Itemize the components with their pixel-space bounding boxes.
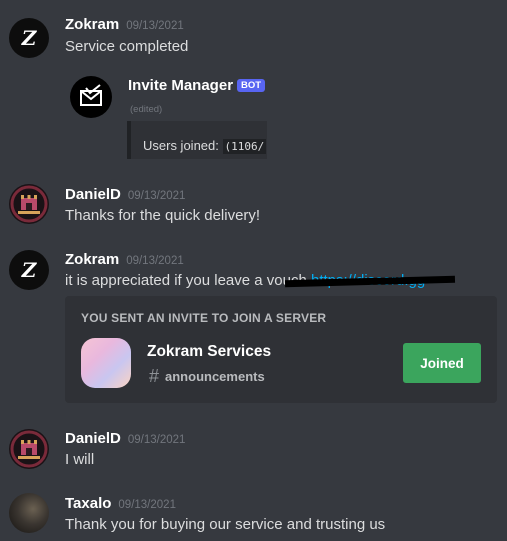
- user-avatar[interactable]: [9, 429, 49, 469]
- timestamp: 09/13/2021: [127, 434, 186, 446]
- author-name[interactable]: Zokram: [65, 16, 119, 33]
- message-text: Service completed: [65, 38, 189, 55]
- server-icon[interactable]: [81, 338, 131, 388]
- bot-embed: Users joined: (1106/: [127, 121, 267, 159]
- bot-avatar[interactable]: [70, 76, 112, 118]
- channel-name: announcements: [165, 369, 265, 384]
- timestamp: 09/13/2021: [127, 190, 186, 202]
- author-name[interactable]: DanielD: [65, 430, 121, 447]
- channel-row: # announcements: [149, 366, 265, 387]
- server-name[interactable]: Zokram Services: [147, 343, 271, 361]
- bot-badge: BOT: [237, 79, 266, 92]
- user-avatar[interactable]: [9, 184, 49, 224]
- message-text: I will: [65, 451, 95, 468]
- timestamp: 09/13/2021: [126, 20, 184, 32]
- user-avatar[interactable]: Z: [9, 250, 49, 290]
- message-text: Thanks for the quick delivery!: [65, 207, 261, 224]
- invite-header: YOU SENT AN INVITE TO JOIN A SERVER: [81, 311, 327, 325]
- server-invite-card: YOU SENT AN INVITE TO JOIN A SERVER Zokr…: [65, 296, 497, 403]
- timestamp: 09/13/2021: [118, 499, 176, 511]
- castle-emblem-icon: [10, 185, 48, 223]
- envelope-check-icon: [80, 84, 102, 106]
- joined-button[interactable]: Joined: [403, 343, 481, 383]
- bot-name-row: Invite Manager BOT: [128, 77, 266, 94]
- embed-field: Users joined: (1106/: [143, 138, 267, 154]
- hash-icon: #: [149, 366, 160, 386]
- user-avatar[interactable]: Z: [9, 18, 49, 58]
- timestamp: 09/13/2021: [126, 255, 184, 267]
- bot-author-name[interactable]: Invite Manager: [128, 77, 233, 94]
- message-text: Thank you for buying our service and tru…: [65, 516, 386, 533]
- castle-emblem-icon: [10, 430, 48, 468]
- author-name[interactable]: DanielD: [65, 186, 121, 203]
- edited-label: (edited): [130, 104, 163, 115]
- author-name[interactable]: Taxalo: [65, 495, 111, 512]
- author-name[interactable]: Zokram: [65, 251, 119, 268]
- user-avatar[interactable]: [9, 493, 49, 533]
- message-text: it is appreciated if you leave a vouch h…: [65, 272, 456, 289]
